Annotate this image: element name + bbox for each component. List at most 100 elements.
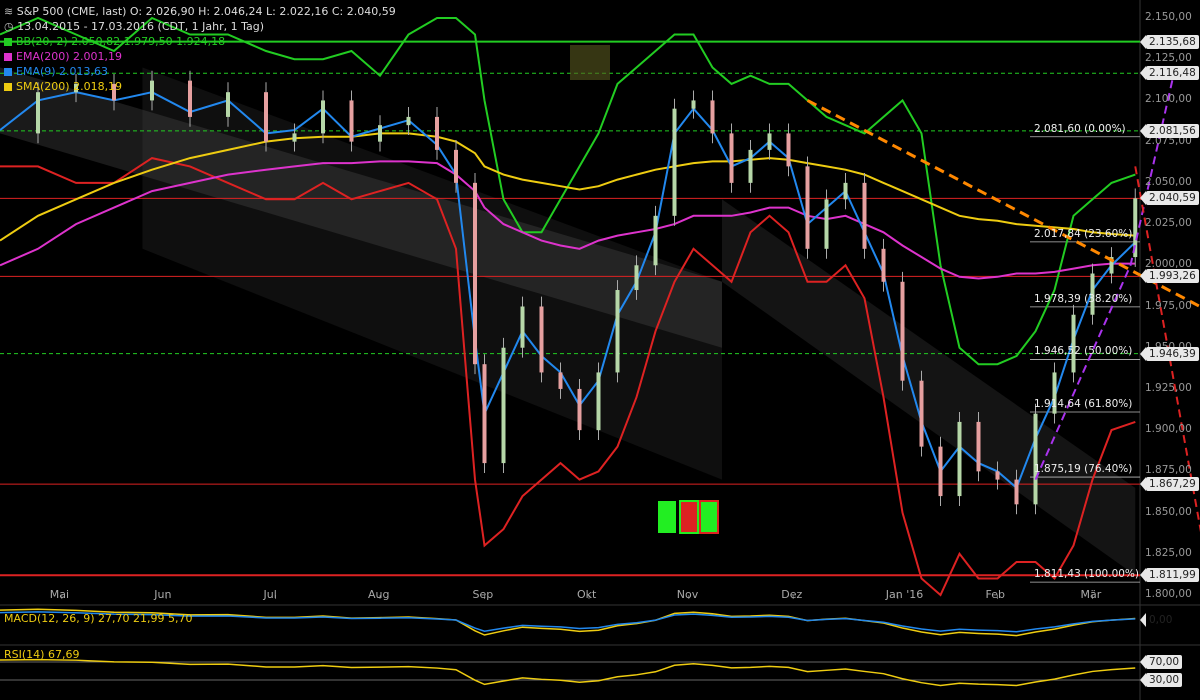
indicator-legend: BB(20, 2) 2.050,82 1.979,50 1.924,18 EMA(…: [4, 34, 396, 94]
legend-label: BB(20, 2) 2.050,82 1.979,50 1.924,18: [16, 35, 226, 48]
legend-label: SMA(200) 2.018,19: [16, 80, 123, 93]
candle-body: [454, 149, 458, 183]
x-tick-label: Jul: [263, 588, 277, 601]
macd-axis-label: 0,00: [1139, 613, 1175, 627]
price-tag: 1.993,26: [1140, 269, 1199, 284]
candle-body: [473, 182, 477, 365]
candle-body: [36, 92, 40, 134]
y-tick-label: 2.125,00: [1145, 52, 1192, 65]
symbol-line: ≋ S&P 500 (CME, last) O: 2.026,90 H: 2.0…: [4, 5, 396, 18]
price-tag: 2.040,59: [1140, 191, 1199, 206]
candle-body: [748, 149, 753, 183]
candle-body: [615, 290, 620, 373]
candle-body: [995, 471, 1000, 480]
fib-level-label: 1.811,43 (100.00%): [1034, 568, 1140, 581]
signal-candle-green: [658, 501, 676, 533]
candle-body: [957, 421, 962, 497]
y-tick-label: 1.925,00: [1145, 381, 1192, 394]
y-tick-label: 2.050,00: [1145, 175, 1192, 188]
candle-body: [767, 133, 772, 150]
y-tick-label: 1.975,00: [1145, 299, 1192, 312]
x-tick-label: Feb: [985, 588, 1005, 601]
candle-body: [406, 116, 411, 126]
candle-body: [349, 100, 354, 142]
candle-body: [1014, 479, 1019, 505]
candle-body: [435, 116, 439, 150]
candle-body: [862, 182, 867, 249]
legend-label: EMA(200) 2.001,19: [16, 50, 123, 63]
y-tick-label: 2.150,00: [1145, 11, 1192, 23]
fib-level-label: 1.978,39 (38.20%): [1034, 292, 1133, 305]
candle-body: [577, 388, 582, 431]
price-tag: 2.081,56: [1140, 123, 1199, 138]
legend-label: EMA(9) 2.013,63: [16, 65, 109, 78]
indicator-legend-item: SMA(200) 2.018,19: [4, 79, 396, 94]
candle-body: [824, 199, 829, 249]
candle-body: [919, 380, 924, 447]
candle-body: [226, 92, 230, 117]
x-tick-label: Dez: [781, 588, 803, 601]
fib-level-label: 1.875,19 (76.40%): [1034, 463, 1133, 476]
x-tick-label: Nov: [676, 588, 699, 601]
candle-body: [482, 364, 487, 464]
x-tick-label: Sep: [472, 588, 494, 601]
candle-body: [729, 133, 734, 183]
candle-body: [264, 92, 268, 142]
legend-swatch: [4, 38, 12, 46]
period-line: ◷ 13.04.2015 - 17.03.2016 (CDT, 1 Jahr, …: [4, 20, 265, 33]
candle-body: [938, 446, 943, 497]
y-tick-label: 1.850,00: [1145, 505, 1192, 518]
macd-label: MACD(12, 26, 9) 27,70 21,99 5,70: [4, 612, 193, 625]
candle-body: [378, 125, 382, 142]
y-tick-label: 1.825,00: [1145, 546, 1192, 559]
fib-level-label: 1.914,64 (61.80%): [1034, 398, 1133, 410]
candle-body: [596, 372, 601, 431]
legend-swatch: [4, 83, 12, 91]
candle-body: [843, 182, 848, 200]
x-tick-label: Mär: [1080, 588, 1102, 601]
x-tick-label: Aug: [368, 588, 390, 601]
price-tag: 1.946,39: [1140, 346, 1199, 361]
candle-body: [539, 306, 544, 373]
highlight-box: [570, 45, 610, 80]
candle-body: [1071, 314, 1076, 373]
rsi-label: RSI(14) 67,69: [4, 648, 80, 661]
price-tag: 1.867,29: [1140, 477, 1199, 492]
fib-level-label: 1.946,52 (50.00%): [1034, 345, 1133, 358]
chart-header: ≋ S&P 500 (CME, last) O: 2.026,90 H: 2.0…: [4, 4, 396, 94]
y-tick-label: 2.100,00: [1145, 93, 1192, 106]
candle-body: [321, 100, 325, 134]
signal-candle-red: [679, 500, 699, 534]
candle-body: [653, 215, 658, 266]
price-tag: 2.116,48: [1140, 66, 1199, 81]
indicator-legend-item: BB(20, 2) 2.050,82 1.979,50 1.924,18: [4, 34, 396, 49]
candle-body: [786, 133, 791, 167]
y-tick-label: 1.800,00: [1145, 588, 1192, 600]
candle-body: [292, 133, 297, 142]
y-tick-label: 1.900,00: [1145, 423, 1192, 436]
candle-body: [805, 166, 810, 249]
candle-body: [672, 108, 677, 216]
x-tick-label: Mai: [49, 588, 70, 601]
fib-level-label: 2.017,84 (23.60%): [1034, 227, 1133, 240]
rsi-70-tag: 70,00: [1139, 655, 1183, 669]
candle-body: [900, 281, 905, 381]
x-tick-label: Okt: [577, 588, 597, 601]
price-tag: 1.811,99: [1140, 568, 1199, 583]
candle-body: [558, 372, 563, 389]
price-chart: [0, 0, 1200, 700]
y-tick-label: 2.025,00: [1145, 217, 1192, 230]
signal-candle-green: [699, 500, 719, 534]
legend-swatch: [4, 68, 12, 76]
candle-body: [501, 347, 506, 464]
legend-swatch: [4, 53, 12, 61]
x-tick-label: Jun: [154, 588, 172, 601]
x-tick-label: Jan '16: [885, 588, 924, 601]
rsi-30-tag: 30,00: [1139, 673, 1183, 687]
candle-body: [881, 248, 886, 282]
price-tag: 2.135,68: [1140, 34, 1199, 49]
indicator-legend-item: EMA(200) 2.001,19: [4, 49, 396, 64]
candle-body: [691, 100, 696, 109]
y-tick-label: 1.875,00: [1145, 464, 1192, 477]
candle-body: [520, 306, 525, 348]
